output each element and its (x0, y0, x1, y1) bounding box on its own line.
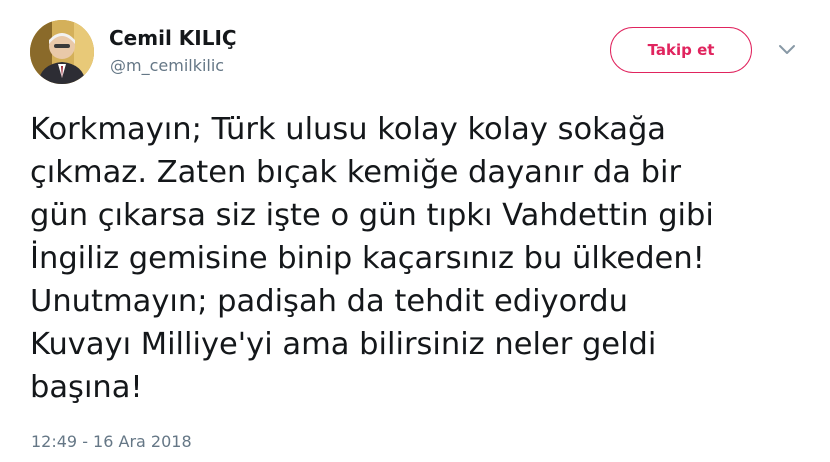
tweet-text: Korkmayın; Türk ulusu kolay kolay sokağa… (30, 108, 800, 409)
follow-button[interactable]: Takip et (610, 27, 752, 73)
avatar[interactable] (30, 20, 94, 84)
tweet-text-line: İngiliz gemisine binip kaçarsınız bu ülk… (30, 241, 705, 276)
tweet-text-line: başına! (30, 370, 143, 405)
chevron-down-icon[interactable] (776, 42, 798, 58)
tweet-text-line: gün çıkarsa siz işte o gün tıpkı Vahdett… (30, 198, 714, 233)
avatar-portrait (30, 20, 94, 84)
tweet-timestamp[interactable]: 12:49 - 16 Ara 2018 (31, 432, 192, 452)
tweet-text-line: çıkmaz. Zaten bıçak kemiğe dayanır da bi… (30, 155, 681, 190)
author-name[interactable]: Cemil KILIÇ (109, 26, 237, 50)
tweet-text-line: Kuvayı Milliye'yi ama bilirsiniz neler g… (30, 327, 657, 362)
author-handle[interactable]: @m_cemilkilic (110, 56, 224, 76)
tweet-text-line: Korkmayın; Türk ulusu kolay kolay sokağa (30, 112, 667, 147)
tweet-text-line: Unutmayın; padişah da tehdit ediyordu (30, 284, 628, 319)
